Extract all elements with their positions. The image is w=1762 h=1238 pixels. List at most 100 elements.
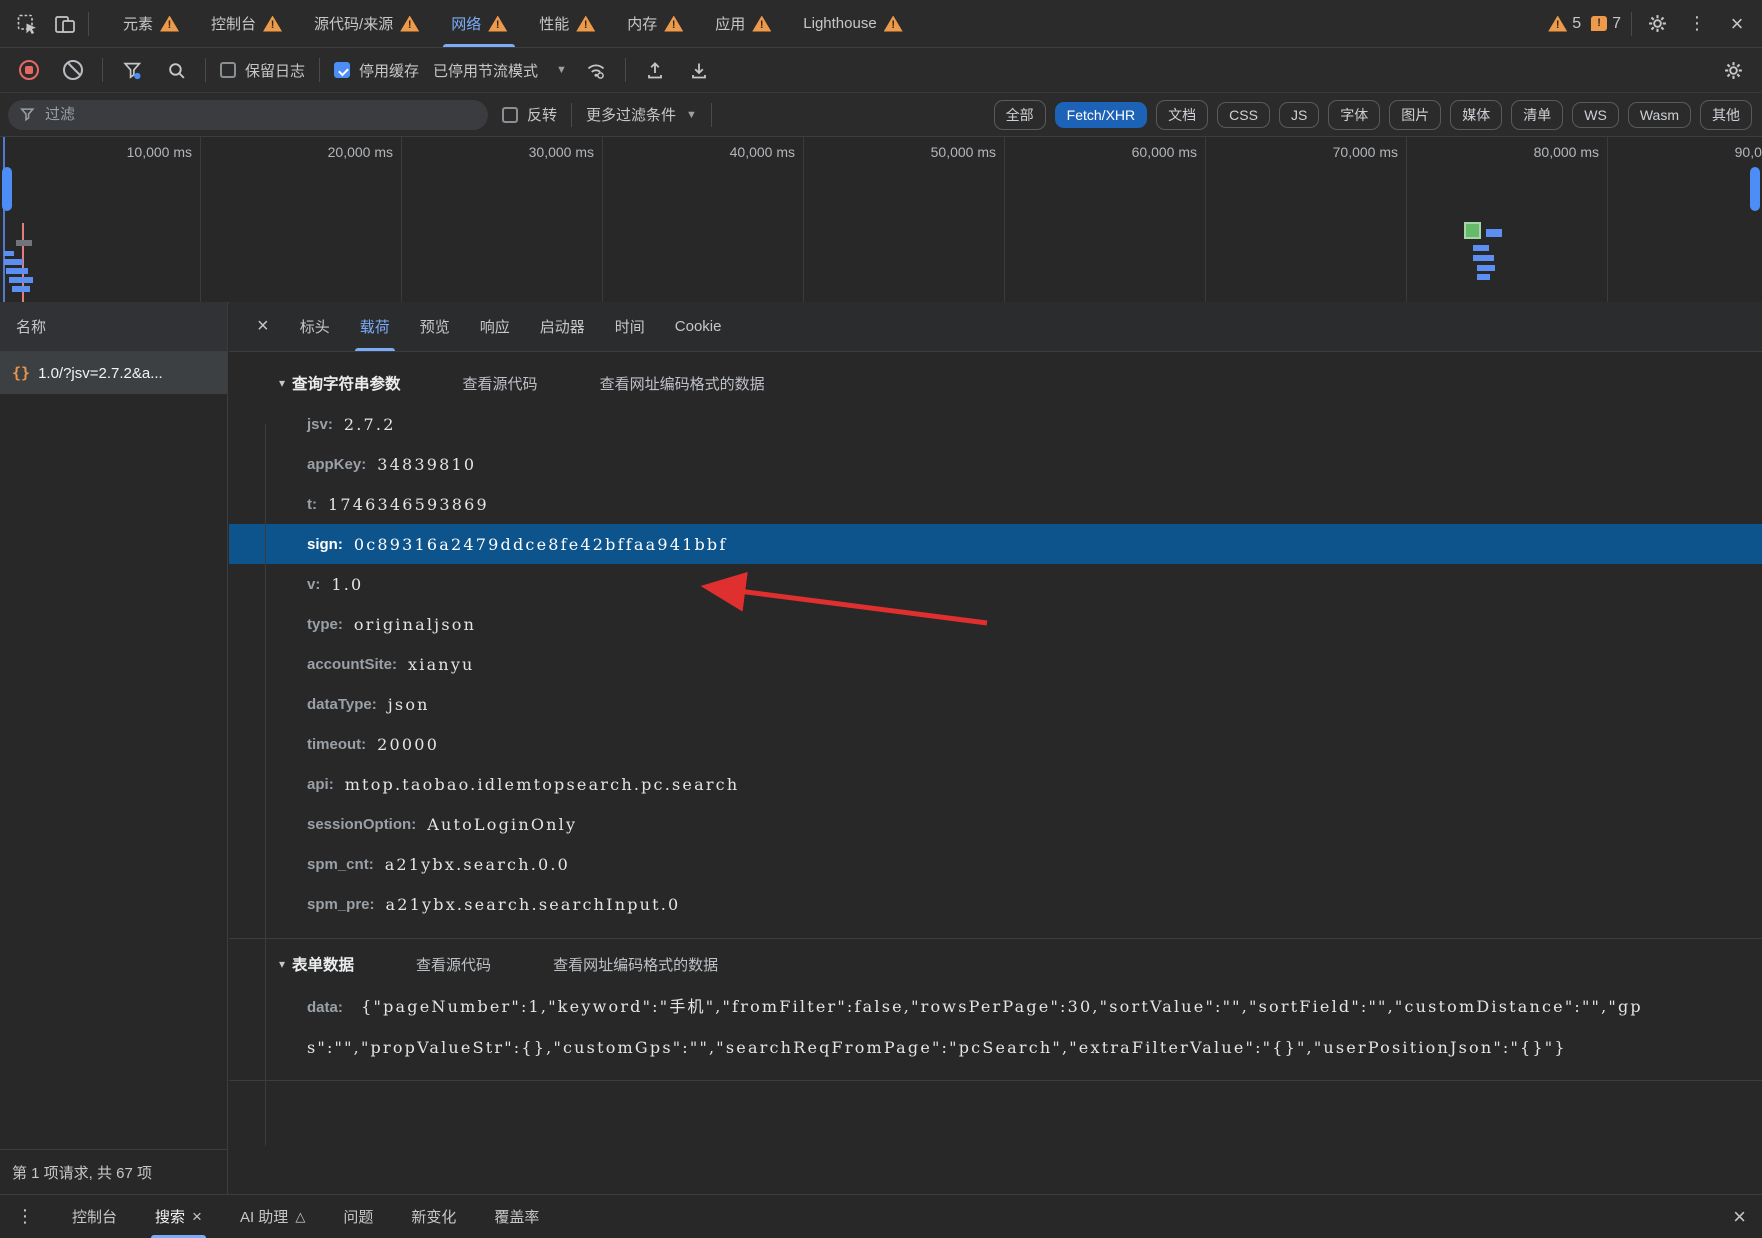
- request-type-chip[interactable]: CSS: [1217, 101, 1270, 128]
- devtools-top-bar: 元素 ! 控制台 ! 源代码/来源 ! 网络 ! 性能 ! 内存 ! 应用 ! …: [0, 0, 1762, 48]
- query-param-row[interactable]: t 1746346593869: [229, 484, 1762, 524]
- query-param-row[interactable]: sessionOption AutoLoginOnly: [229, 804, 1762, 844]
- warning-triangle-icon: !: [1548, 15, 1568, 32]
- request-type-chip[interactable]: Fetch/XHR: [1054, 101, 1148, 128]
- disable-cache-label: 停用缓存: [359, 62, 420, 80]
- panel-tab[interactable]: Lighthouse !: [787, 0, 918, 47]
- network-settings-gear-icon[interactable]: [1718, 55, 1748, 85]
- panel-tab[interactable]: 元素 !: [107, 0, 195, 47]
- query-param-row[interactable]: accountSite xianyu: [229, 644, 1762, 684]
- panel-tab[interactable]: 应用 !: [699, 0, 787, 47]
- detail-tab[interactable]: 载荷: [345, 302, 405, 351]
- detail-tab[interactable]: Cookie: [660, 302, 737, 351]
- drawer-tab[interactable]: 新变化 △ ×: [411, 1195, 456, 1238]
- panel-tab[interactable]: 控制台 !: [195, 0, 298, 47]
- waterfall-bar: [4, 259, 23, 265]
- settings-gear-icon[interactable]: [1642, 9, 1672, 39]
- panel-tab-label: Lighthouse: [803, 15, 877, 32]
- timeline-tick-label: 50,000 ms: [930, 144, 996, 160]
- query-param-row[interactable]: api mtop.taobao.idlemtopsearch.pc.search: [229, 764, 1762, 804]
- drawer-tab[interactable]: 搜索 △ ×: [151, 1195, 206, 1238]
- overview-range-handle-right[interactable]: [1750, 167, 1760, 211]
- invert-filter-checkbox[interactable]: 反转: [502, 104, 557, 125]
- filter-input-pill[interactable]: [8, 99, 488, 130]
- overview-range-handle-left[interactable]: [2, 167, 12, 211]
- detail-tab-bar: × 标头 载荷 预览 响应 启动器 时间 Cookie: [229, 302, 1762, 352]
- network-overview-timeline[interactable]: 10,000 ms 20,000 ms 30,000 ms 40,000 ms …: [0, 137, 1762, 303]
- search-button[interactable]: [161, 55, 191, 85]
- more-filters-dropdown[interactable]: 更多过滤条件 ▼: [586, 104, 697, 125]
- request-row[interactable]: {} 1.0/?jsv=2.7.2&a...: [0, 352, 227, 394]
- request-type-chip[interactable]: WS: [1572, 101, 1619, 128]
- record-network-log-button[interactable]: [14, 55, 44, 85]
- timeline-grid: 10,000 ms 20,000 ms 30,000 ms 40,000 ms …: [0, 137, 1762, 302]
- funnel-icon: [20, 108, 35, 122]
- collapse-triangle-icon[interactable]: ▾: [279, 376, 285, 390]
- network-conditions-icon[interactable]: [581, 55, 611, 85]
- section-title: 表单数据: [292, 957, 355, 974]
- detail-tab[interactable]: 标头: [285, 302, 345, 351]
- request-type-chip[interactable]: 其他: [1700, 99, 1752, 130]
- query-param-row[interactable]: jsv 2.7.2: [229, 404, 1762, 444]
- panel-tab[interactable]: 源代码/来源 !: [298, 0, 435, 47]
- network-warning-icon: !: [664, 15, 684, 32]
- throttling-select[interactable]: 已停用节流模式 ▼: [433, 60, 567, 81]
- param-value: originaljson: [353, 614, 477, 634]
- drawer-more-options-icon[interactable]: ⋮: [16, 1195, 34, 1238]
- detail-tab[interactable]: 时间: [600, 302, 660, 351]
- view-source-link[interactable]: 查看源代码: [463, 373, 538, 394]
- query-param-row[interactable]: spm_cnt a21ybx.search.0.0: [229, 844, 1762, 884]
- close-devtools-icon[interactable]: ×: [1722, 9, 1752, 39]
- more-options-icon[interactable]: ⋮: [1682, 9, 1712, 39]
- detail-tab[interactable]: 响应: [465, 302, 525, 351]
- import-har-icon[interactable]: [640, 55, 670, 85]
- request-type-chip[interactable]: 图片: [1389, 99, 1442, 130]
- drawer-tab[interactable]: 问题 △ ×: [343, 1195, 373, 1238]
- request-type-chip[interactable]: JS: [1278, 101, 1320, 128]
- panel-tab[interactable]: 网络 !: [435, 0, 523, 47]
- issues-badge[interactable]: ! 7: [1591, 15, 1621, 33]
- param-key: spm_pre: [307, 896, 375, 913]
- request-type-chip[interactable]: 字体: [1328, 99, 1381, 130]
- query-param-row[interactable]: appKey 34839810: [229, 444, 1762, 484]
- param-value: 2.7.2: [343, 414, 396, 434]
- throttling-value: 已停用节流模式: [433, 62, 539, 80]
- preserve-log-checkbox[interactable]: 保留日志: [220, 60, 305, 81]
- view-urlencoded-link[interactable]: 查看网址编码格式的数据: [553, 954, 718, 975]
- close-detail-icon[interactable]: ×: [243, 302, 283, 351]
- request-list-header[interactable]: 名称: [0, 302, 227, 352]
- filter-toggle-button[interactable]: [117, 55, 147, 85]
- query-param-row[interactable]: spm_pre a21ybx.search.searchInput.0: [229, 884, 1762, 924]
- view-source-link[interactable]: 查看源代码: [416, 954, 491, 975]
- request-type-chip[interactable]: Wasm: [1627, 101, 1691, 128]
- inspect-element-icon[interactable]: [12, 9, 42, 39]
- request-type-chip[interactable]: 全部: [993, 99, 1046, 130]
- drawer-tab[interactable]: 覆盖率 △ ×: [494, 1195, 539, 1238]
- close-drawer-icon[interactable]: ×: [1733, 1195, 1746, 1238]
- filter-input[interactable]: [43, 105, 476, 124]
- dcl-marker-line: [3, 137, 5, 302]
- panel-tab[interactable]: 性能 !: [523, 0, 611, 47]
- device-toolbar-icon[interactable]: [50, 9, 80, 39]
- warnings-badge[interactable]: ! 5: [1548, 15, 1581, 33]
- view-urlencoded-link[interactable]: 查看网址编码格式的数据: [600, 373, 765, 394]
- export-har-icon[interactable]: [684, 55, 714, 85]
- detail-tab[interactable]: 启动器: [525, 302, 600, 351]
- request-type-chip[interactable]: 文档: [1156, 99, 1209, 130]
- query-param-row[interactable]: type originaljson: [229, 604, 1762, 644]
- clear-network-log-button[interactable]: [58, 55, 88, 85]
- disable-cache-checkbox[interactable]: 停用缓存: [334, 60, 419, 81]
- collapse-triangle-icon[interactable]: ▾: [279, 957, 285, 971]
- query-param-row[interactable]: dataType json: [229, 684, 1762, 724]
- query-param-row[interactable]: timeout 20000: [229, 724, 1762, 764]
- detail-tab[interactable]: 预览: [405, 302, 465, 351]
- request-type-chip[interactable]: 媒体: [1450, 99, 1503, 130]
- query-param-row[interactable]: v 1.0: [229, 564, 1762, 604]
- query-string-section-header: ▾ 查询字符串参数 查看源代码 查看网址编码格式的数据: [229, 368, 1762, 398]
- query-param-row[interactable]: sign 0c89316a2479ddce8fe42bffaa941bbf: [229, 524, 1762, 564]
- request-type-chip[interactable]: 清单: [1511, 99, 1564, 130]
- close-search-tab-icon[interactable]: ×: [192, 1207, 202, 1227]
- panel-tab[interactable]: 内存 !: [611, 0, 699, 47]
- drawer-tab[interactable]: AI 助理 △ ×: [240, 1195, 305, 1238]
- drawer-tab[interactable]: 控制台 △ ×: [72, 1195, 117, 1238]
